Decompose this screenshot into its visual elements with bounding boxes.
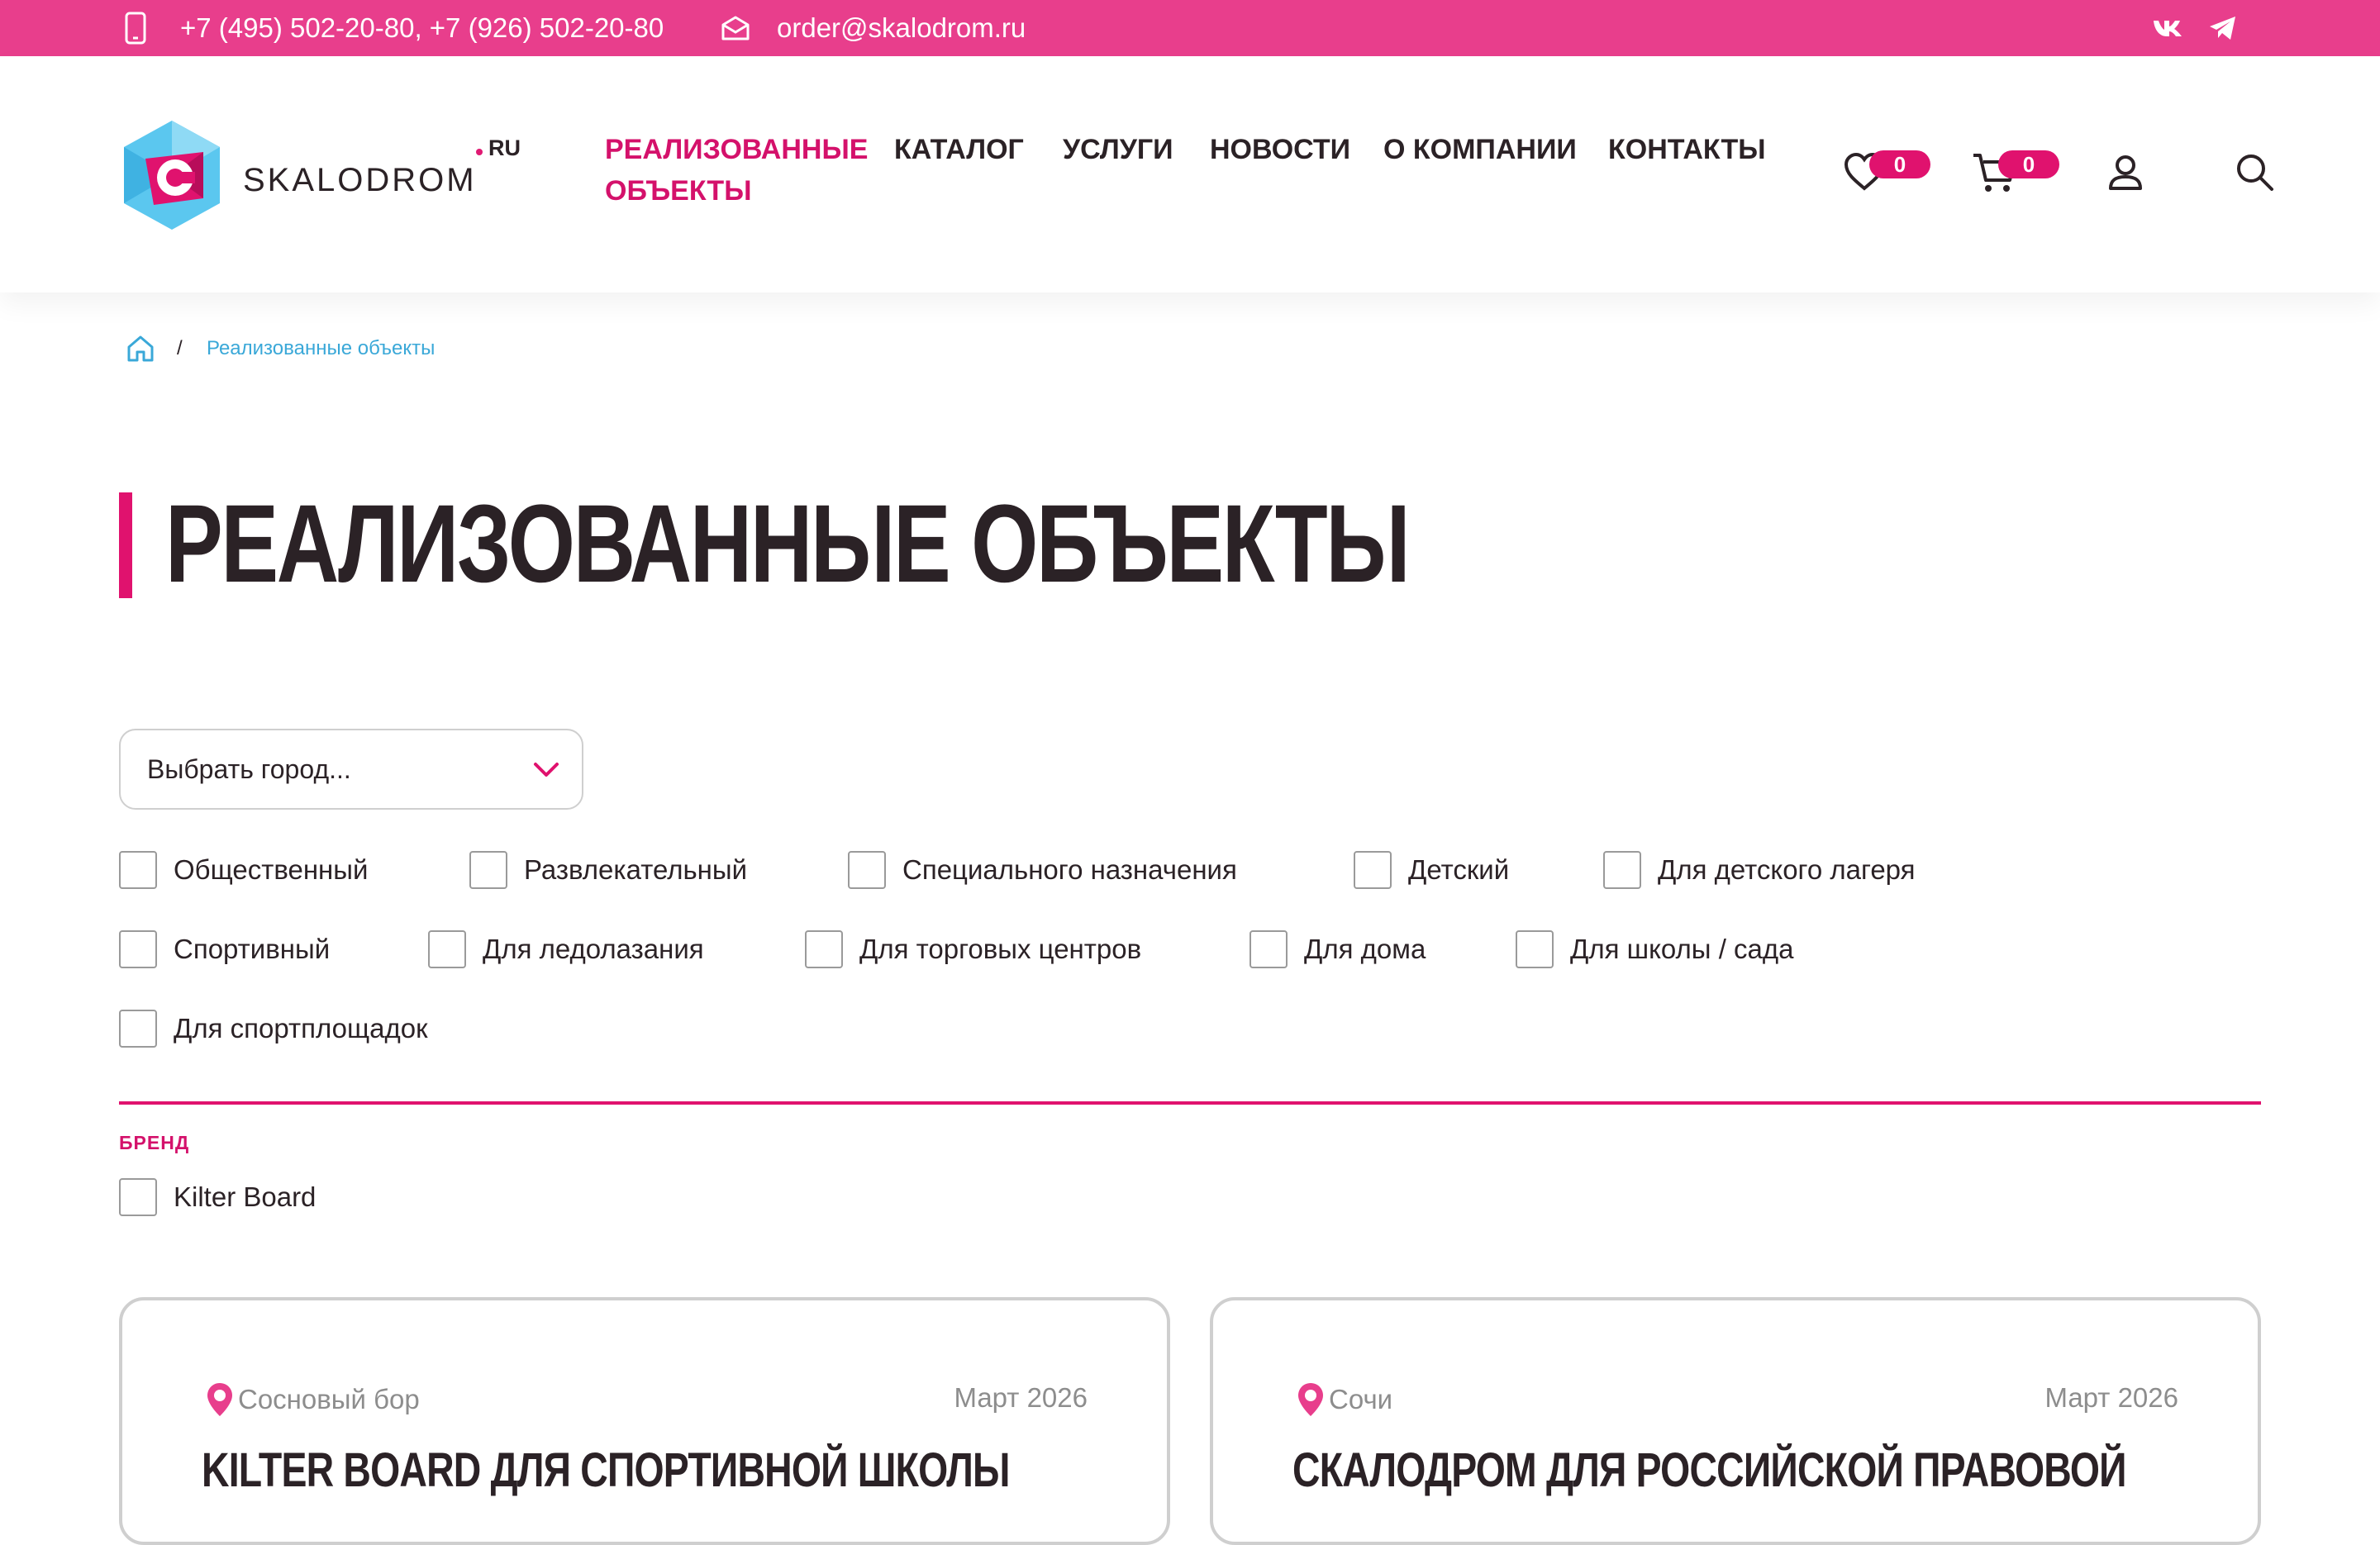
- cart-count-badge: 0: [1998, 150, 2059, 178]
- filter-checkbox-home[interactable]: Для дома: [1250, 930, 1426, 968]
- breadcrumb-separator: /: [177, 337, 183, 359]
- nav-item-about[interactable]: О КОМПАНИИ: [1383, 129, 1577, 170]
- checkbox-box[interactable]: [1603, 851, 1641, 889]
- user-icon: [2109, 155, 2142, 190]
- city-select-value: Выбрать город...: [147, 754, 351, 784]
- logo[interactable]: SKALODROM RU: [121, 119, 534, 231]
- card-location-text: Сосновый бор: [238, 1384, 420, 1414]
- nav-item-services[interactable]: УСЛУГИ: [1063, 129, 1173, 170]
- chevron-down-icon: [534, 763, 559, 777]
- filter-checkbox-sports-grounds[interactable]: Для спортплощадок: [119, 1010, 428, 1048]
- filter-checkbox-public[interactable]: Общественный: [119, 851, 368, 889]
- card-title[interactable]: KILTER BOARD ДЛЯ СПОРТИВНОЙ ШКОЛЫ: [202, 1443, 1010, 1498]
- project-card[interactable]: Сосновый бор Март 2026 KILTER BOARD ДЛЯ …: [119, 1297, 1170, 1545]
- page-title: РЕАЛИЗОВАННЫЕ ОБЪЕКТЫ: [165, 483, 1411, 606]
- checkbox-box[interactable]: [848, 851, 886, 889]
- top-contact-bar: +7 (495) 502-20-80, +7 (926) 502-20-80 o…: [0, 0, 2380, 56]
- checkbox-label: Спортивный: [174, 934, 331, 964]
- card-date: Март 2026: [954, 1382, 1088, 1413]
- phone-icon: [124, 0, 147, 56]
- project-card[interactable]: Сочи Март 2026 СКАЛОДРОМ ДЛЯ РОССИЙСКОЙ …: [1210, 1297, 2261, 1545]
- nav-item-contacts[interactable]: КОНТАКТЫ: [1608, 129, 1766, 170]
- filter-checkbox-special-purpose[interactable]: Специального назначения: [848, 851, 1237, 889]
- checkbox-box[interactable]: [428, 930, 466, 968]
- phone-numbers-link[interactable]: +7 (495) 502-20-80, +7 (926) 502-20-80: [180, 0, 664, 56]
- checkbox-label: Для торговых центров: [859, 934, 1142, 964]
- filter-checkbox-sport[interactable]: Спортивный: [119, 930, 330, 968]
- vk-icon[interactable]: [2152, 0, 2183, 56]
- filter-checkbox-kids-camp[interactable]: Для детского лагеря: [1603, 851, 1916, 889]
- checkbox-box[interactable]: [119, 1010, 157, 1048]
- checkbox-box[interactable]: [469, 851, 507, 889]
- email-link[interactable]: order@skalodrom.ru: [777, 0, 1026, 56]
- card-date: Март 2026: [2044, 1382, 2178, 1413]
- home-icon: [127, 335, 154, 362]
- filter-checkbox-malls[interactable]: Для торговых центров: [805, 930, 1141, 968]
- logo-dot: [476, 149, 483, 155]
- checkbox-label: Для ледолазания: [483, 934, 704, 964]
- brand-filter-title: БРЕНД: [119, 1132, 190, 1153]
- checkbox-box[interactable]: [119, 851, 157, 889]
- filter-checkbox-entertainment[interactable]: Развлекательный: [469, 851, 747, 889]
- checkbox-box[interactable]: [1250, 930, 1288, 968]
- checkbox-label: Для школы / сада: [1570, 934, 1794, 964]
- checkbox-label: Общественный: [174, 854, 369, 885]
- title-accent-bar: [119, 492, 132, 598]
- site-header: SKALODROM RU РЕАЛИЗОВАННЫЕ ОБЪЕКТЫ КАТАЛ…: [0, 56, 2380, 292]
- breadcrumb-current[interactable]: Реализованные объекты: [207, 334, 435, 364]
- city-select[interactable]: Выбрать город...: [119, 729, 583, 810]
- checkbox-label: Для детского лагеря: [1658, 854, 1916, 885]
- mail-icon: [721, 0, 750, 56]
- checkbox-label: Развлекательный: [524, 854, 748, 885]
- filter-divider: [119, 1101, 2261, 1105]
- checkbox-box[interactable]: [119, 930, 157, 968]
- checkbox-label: Для спортплощадок: [174, 1013, 428, 1043]
- checkbox-box[interactable]: [1516, 930, 1554, 968]
- telegram-icon[interactable]: [2208, 0, 2238, 56]
- logo-mark-icon: [124, 121, 220, 230]
- logo-text: SKALODROM: [243, 162, 477, 198]
- card-location: Сосновый бор: [205, 1381, 420, 1418]
- favorites-count-badge: 0: [1869, 150, 1930, 178]
- filter-checkbox-kilter-board[interactable]: Kilter Board: [119, 1178, 316, 1216]
- location-pin-icon: [207, 1383, 232, 1416]
- nav-item-projects[interactable]: РЕАЛИЗОВАННЫЕ ОБЪЕКТЫ: [605, 129, 878, 212]
- logo-suffix: RU: [488, 135, 521, 160]
- filter-checkbox-school[interactable]: Для школы / сада: [1516, 930, 1794, 968]
- checkbox-label: Детский: [1408, 854, 1510, 885]
- checkbox-label: Для дома: [1304, 934, 1426, 964]
- search-button[interactable]: [2235, 152, 2274, 196]
- card-location: Сочи: [1296, 1381, 1392, 1418]
- breadcrumb-home[interactable]: [126, 334, 155, 368]
- card-location-text: Сочи: [1329, 1384, 1393, 1414]
- checkbox-label: Kilter Board: [174, 1181, 317, 1212]
- nav-item-news[interactable]: НОВОСТИ: [1210, 129, 1350, 170]
- location-pin-icon: [1298, 1383, 1323, 1416]
- checkbox-box[interactable]: [1354, 851, 1392, 889]
- checkbox-box[interactable]: [119, 1178, 157, 1216]
- filter-checkbox-ice-climbing[interactable]: Для ледолазания: [428, 930, 704, 968]
- filter-checkbox-kids[interactable]: Детский: [1354, 851, 1509, 889]
- nav-item-catalog[interactable]: КАТАЛОГ: [894, 129, 1024, 170]
- checkbox-label: Специального назначения: [902, 854, 1237, 885]
- account-button[interactable]: [2107, 154, 2144, 196]
- card-title[interactable]: СКАЛОДРОМ ДЛЯ РОССИЙСКОЙ ПРАВОВОЙ: [1292, 1443, 2126, 1498]
- search-icon: [2237, 154, 2273, 191]
- checkbox-box[interactable]: [805, 930, 843, 968]
